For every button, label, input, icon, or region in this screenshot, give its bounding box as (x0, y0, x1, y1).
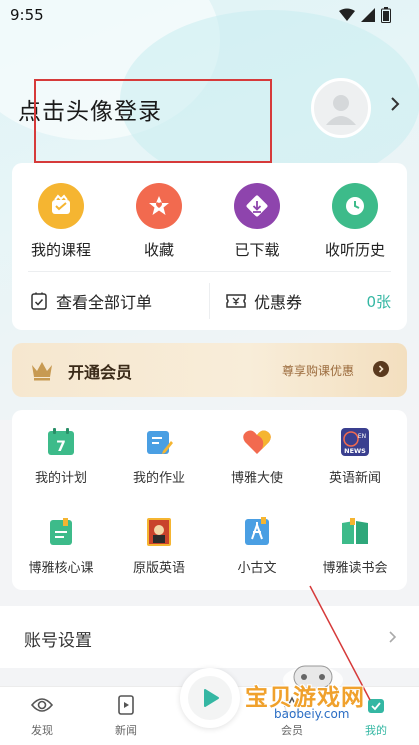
order-icon (31, 292, 47, 310)
svg-text:EN: EN (358, 433, 366, 440)
quick-action-favorites[interactable]: 收藏 (110, 183, 208, 260)
feature-label: 原版英语 (132, 561, 185, 576)
highlight-box (34, 79, 272, 163)
feature-ambassador[interactable]: 博雅大使 (208, 426, 306, 486)
feature-label: 小古文 (237, 561, 277, 576)
view-orders-label: 查看全部订单 (56, 293, 153, 312)
tab-label: 新闻 (115, 724, 137, 737)
feature-label: 博雅读书会 (322, 561, 388, 576)
feature-core-course[interactable]: 博雅核心课 (12, 516, 110, 576)
feature-classical-chinese[interactable]: 小古文 (208, 516, 306, 576)
favorite-icon (136, 183, 182, 229)
feature-reading-club[interactable]: 博雅读书会 (306, 516, 404, 576)
chevron-right-icon[interactable] (390, 96, 400, 112)
download-icon (234, 183, 280, 229)
feature-original-english[interactable]: 原版英语 (110, 516, 208, 576)
player-button[interactable] (180, 668, 240, 728)
status-time: 9:55 (10, 6, 44, 24)
quick-action-label: 收听历史 (324, 241, 385, 259)
quick-action-history[interactable]: 收听历史 (306, 183, 404, 260)
svg-text:7: 7 (56, 439, 66, 455)
calendar-icon: 7 (45, 426, 77, 458)
feature-my-homework[interactable]: 我的作业 (110, 426, 208, 486)
chevron-right-icon (373, 361, 389, 377)
classical-icon (241, 516, 273, 548)
quick-action-label: 已下载 (234, 241, 280, 259)
quick-action-label: 收藏 (143, 241, 174, 259)
vip-banner[interactable]: 开通会员 尊享购课优惠 (12, 343, 407, 397)
account-settings-label: 账号设置 (24, 631, 92, 651)
reading-club-icon (339, 516, 371, 548)
features-card: 7 我的计划 我的作业 博雅大使 EN NEWS 英语新闻 博雅核心课 原版英语 (12, 410, 407, 590)
feature-label: 英语新闻 (328, 471, 381, 486)
book-cover-icon (143, 516, 175, 548)
tab-news[interactable]: 新闻 (96, 695, 156, 738)
news-tab-icon (118, 695, 134, 715)
tab-label: 发现 (31, 724, 53, 737)
battery-icon (381, 7, 391, 23)
quick-actions-card: 我的课程 收藏 已下载 收听历史 查看全部订单 优惠券 0张 (12, 163, 407, 330)
vip-title: 开通会员 (68, 363, 133, 382)
core-course-icon (45, 516, 77, 548)
wifi-icon (339, 8, 355, 21)
user-icon (326, 95, 356, 125)
chevron-right-icon (389, 631, 397, 643)
coupon-label: 优惠券 (254, 293, 303, 312)
watermark-url: baobeiy.com (270, 707, 354, 721)
login-row[interactable]: 点击头像登录 (0, 70, 419, 163)
course-icon (38, 183, 84, 229)
feature-my-plan[interactable]: 7 我的计划 (12, 426, 110, 486)
quick-action-courses[interactable]: 我的课程 (12, 183, 110, 260)
play-icon (204, 689, 219, 707)
heart-icon (241, 426, 273, 458)
quick-action-label: 我的课程 (30, 241, 91, 259)
homework-icon (143, 426, 175, 458)
history-icon (332, 183, 378, 229)
feature-label: 博雅大使 (230, 471, 283, 486)
status-icons (339, 7, 391, 23)
divider (209, 283, 210, 319)
discover-icon (30, 698, 54, 712)
feature-english-news[interactable]: EN NEWS 英语新闻 (306, 426, 404, 486)
coupon-count: 0张 (366, 293, 391, 311)
tab-discover[interactable]: 发现 (12, 695, 72, 738)
svg-text:NEWS: NEWS (344, 447, 366, 455)
quick-action-downloads[interactable]: 已下载 (208, 183, 306, 260)
feature-label: 我的计划 (34, 471, 87, 486)
coupon-icon (226, 294, 246, 308)
news-icon: EN NEWS (339, 426, 371, 458)
status-bar: 9:55 (0, 0, 419, 30)
coupon-button[interactable]: 优惠券 (226, 289, 302, 313)
crown-icon (32, 362, 52, 381)
view-orders-button[interactable]: 查看全部订单 (30, 289, 152, 313)
feature-label: 我的作业 (132, 471, 185, 486)
divider (28, 271, 391, 272)
avatar[interactable] (311, 78, 371, 138)
feature-label: 博雅核心课 (28, 561, 94, 576)
signal-icon (361, 8, 375, 22)
vip-subtitle: 尊享购课优惠 (282, 364, 355, 378)
